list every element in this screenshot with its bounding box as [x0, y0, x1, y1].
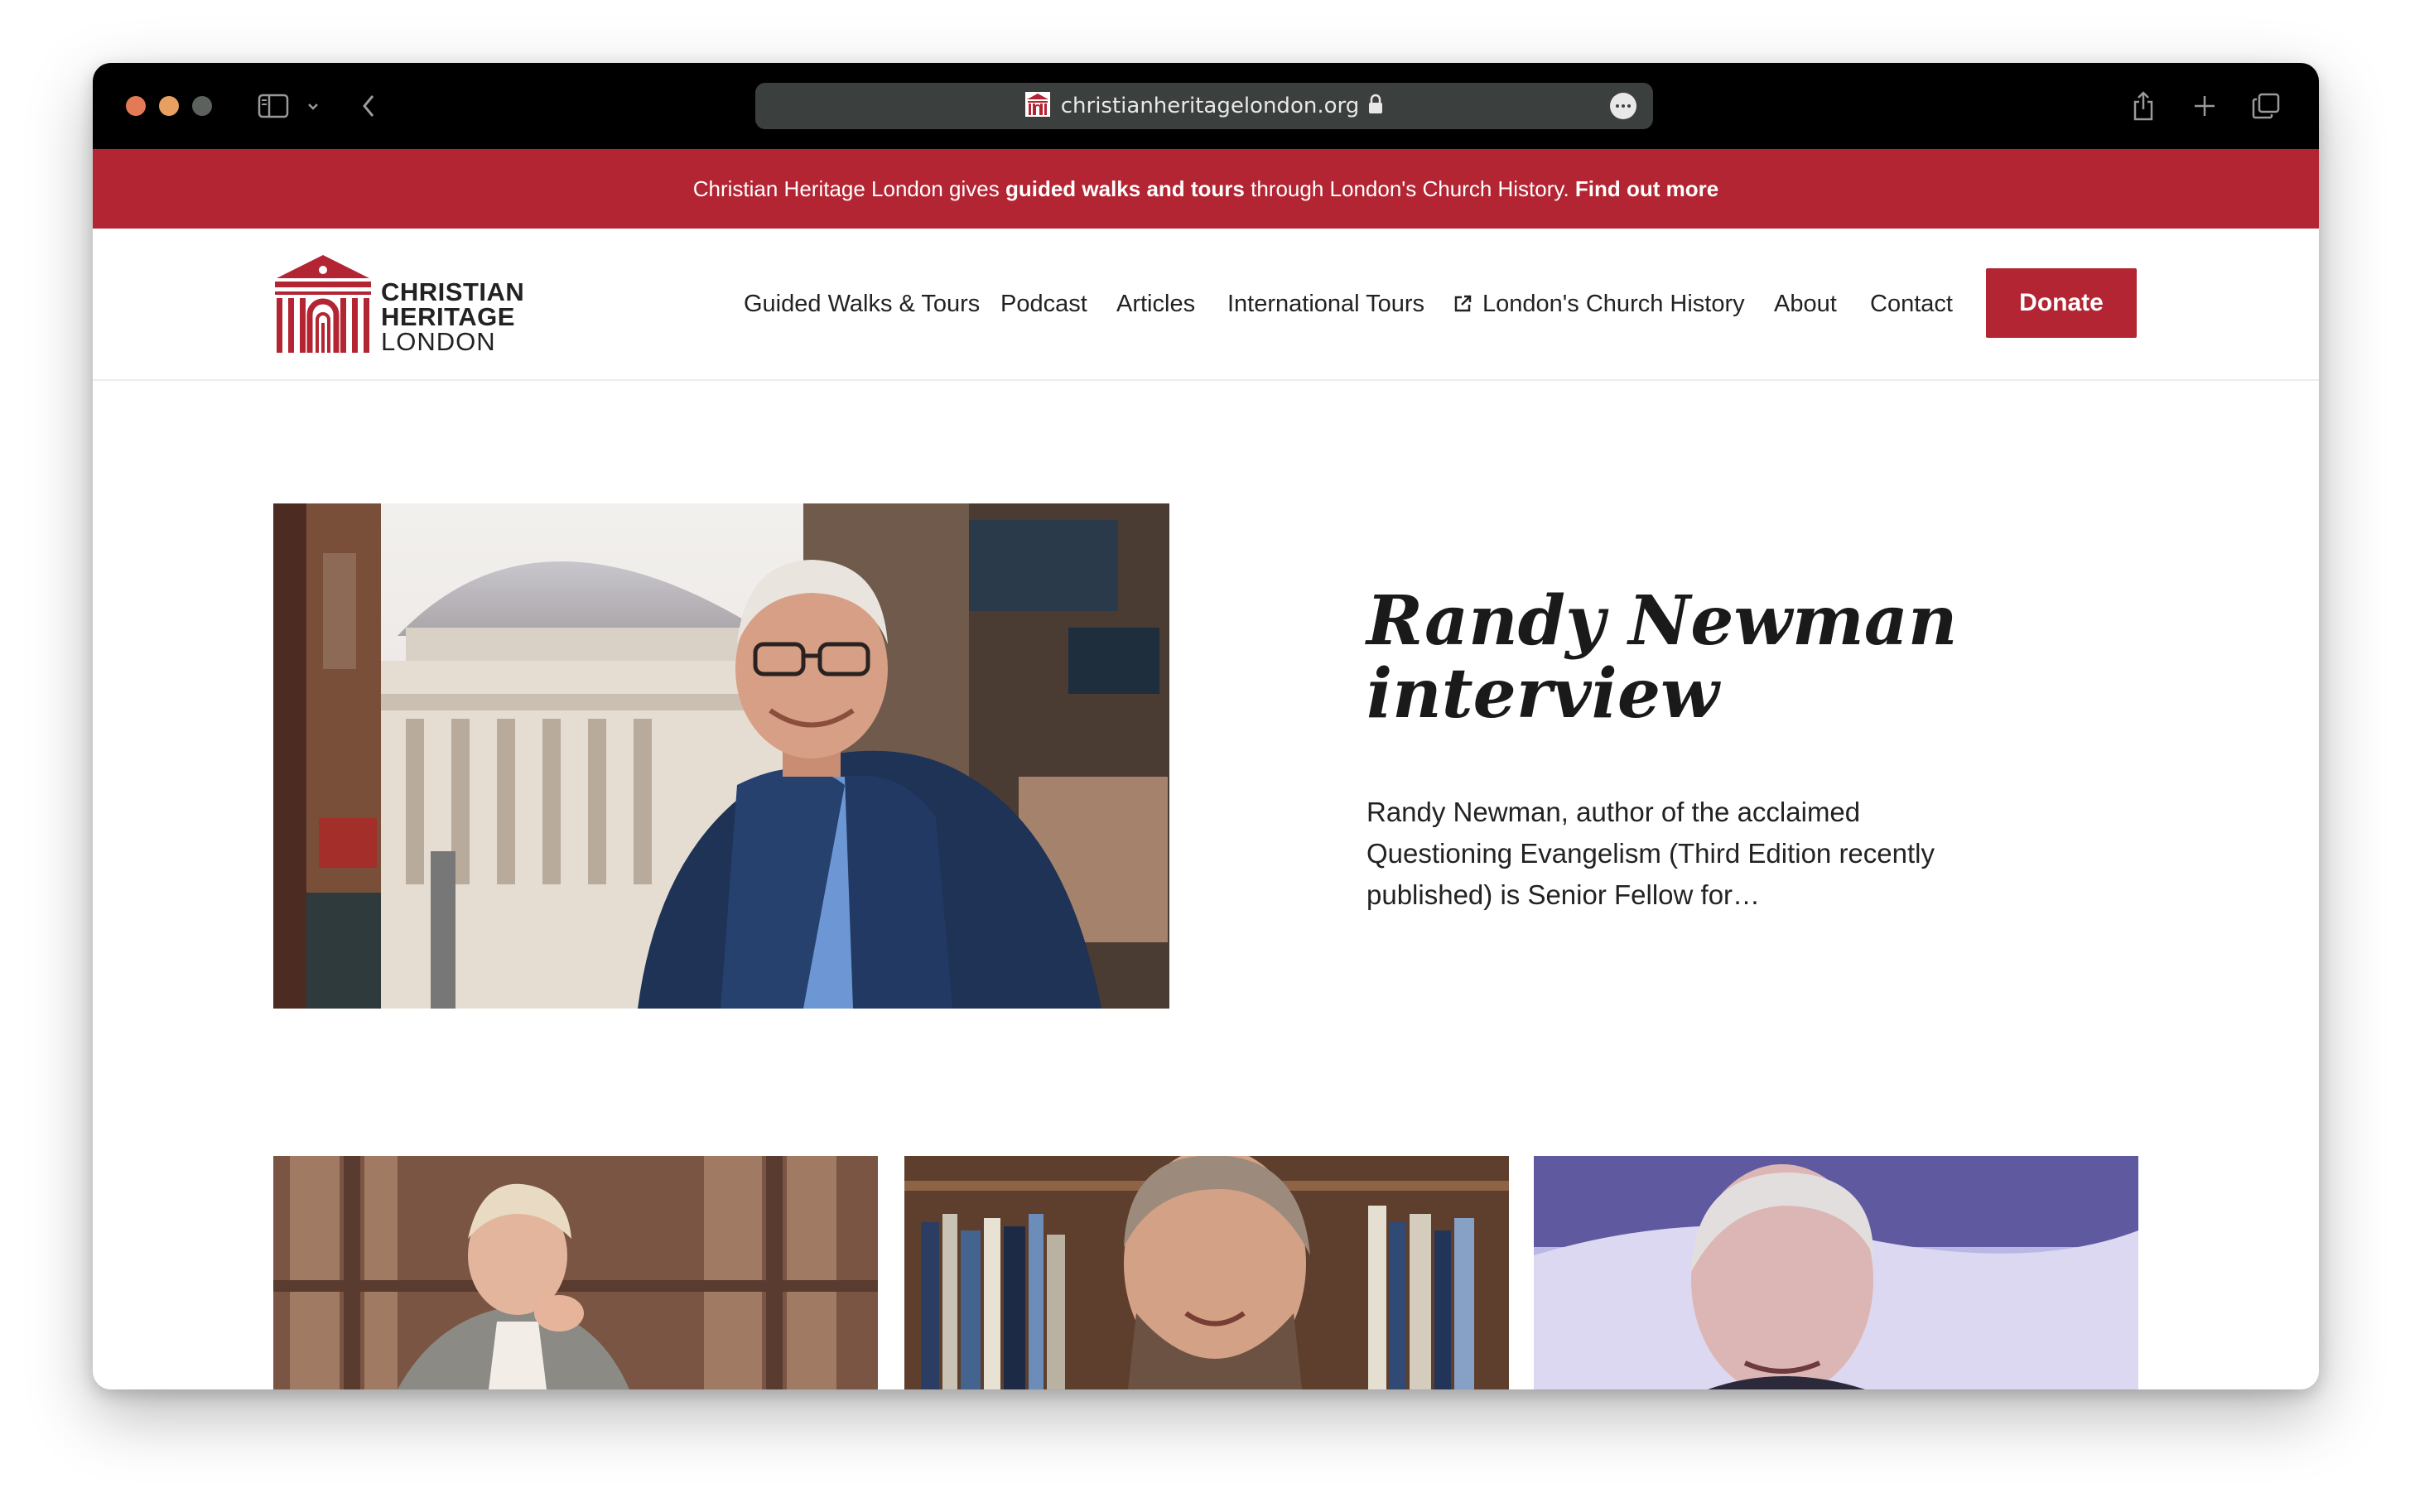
chevron-down-icon[interactable] — [303, 88, 323, 124]
ellipsis-icon[interactable] — [1610, 93, 1636, 119]
nav-international-tours[interactable]: International Tours — [1227, 283, 1424, 325]
browser-window: christianheritagelondon.org Christian He… — [93, 63, 2319, 1389]
nav-guided-walks-tours[interactable]: Guided Walks & Tours — [744, 283, 980, 325]
hero-title-line-1: Randy Newman — [1366, 581, 1958, 661]
site-header: CHRISTIAN HERITAGE LONDON Guided Walks &… — [93, 229, 2319, 381]
browser-toolbar: christianheritagelondon.org — [93, 63, 2319, 149]
external-link-icon — [1453, 283, 1473, 325]
banner-text-continued: through London's Church History. — [1244, 176, 1575, 201]
minimize-window-button[interactable] — [159, 96, 179, 116]
nav-londons-church-history[interactable]: London's Church History — [1482, 283, 1745, 325]
tabs-overview-icon[interactable] — [2248, 88, 2284, 124]
nav-contact[interactable]: Contact — [1870, 283, 1953, 325]
plus-icon[interactable] — [2188, 88, 2221, 124]
maximize-window-button[interactable] — [192, 96, 212, 116]
hero-description: Randy Newman, author of the acclaimed Qu… — [1366, 797, 1935, 910]
nav-podcast[interactable]: Podcast — [1000, 283, 1087, 325]
site-logo[interactable]: CHRISTIAN HERITAGE LONDON — [273, 253, 538, 356]
close-window-button[interactable] — [126, 96, 146, 116]
address-bar[interactable]: christianheritagelondon.org — [755, 83, 1653, 129]
banner-highlight: guided walks and tours — [1005, 176, 1245, 201]
sidebar-icon[interactable] — [255, 88, 292, 124]
banner-text: Christian Heritage London gives — [692, 176, 1005, 201]
article-card-image[interactable] — [1534, 1156, 2138, 1389]
announcement-banner: Christian Heritage London gives guided w… — [93, 149, 2319, 229]
lock-icon — [1367, 94, 1384, 119]
church-logo-icon — [275, 255, 371, 353]
nav-about[interactable]: About — [1774, 283, 1837, 325]
logo-wordmark: CHRISTIAN HERITAGE LONDON — [381, 277, 525, 356]
logo-line-2: HERITAGE — [381, 302, 515, 331]
logo-line-1: CHRISTIAN — [381, 277, 525, 306]
url-text[interactable]: christianheritagelondon.org — [1061, 94, 1359, 118]
hero-title-line-2: interview — [1366, 654, 1719, 734]
logo-line-3: LONDON — [381, 327, 496, 356]
article-card-image[interactable] — [904, 1156, 1509, 1389]
site-favicon-icon — [1024, 91, 1051, 122]
find-out-more-link[interactable]: Find out more — [1575, 176, 1718, 202]
hero-image[interactable] — [273, 503, 1169, 1009]
hero-title[interactable]: Randy Newman interview — [1366, 585, 2112, 730]
nav-articles[interactable]: Articles — [1116, 283, 1195, 325]
donate-button[interactable]: Donate — [1986, 268, 2137, 338]
article-card-image[interactable] — [273, 1156, 878, 1389]
share-icon[interactable] — [2127, 88, 2160, 124]
chevron-left-icon[interactable] — [356, 88, 381, 124]
